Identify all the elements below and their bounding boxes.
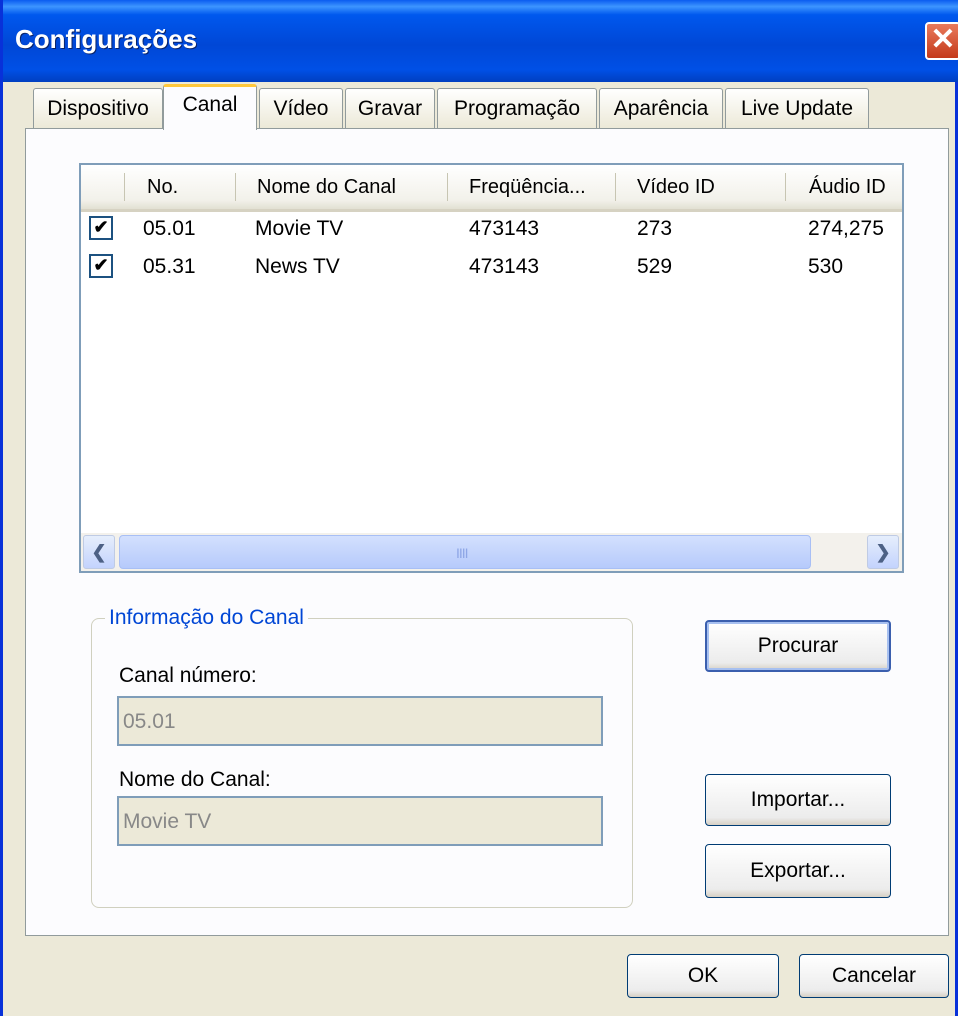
header-separator [447,173,448,201]
row-checkbox[interactable]: ✔ [89,216,113,240]
cell-audio-id: 274,275 [808,217,884,240]
header-separator [124,173,125,201]
chevron-right-icon: ❯ [875,542,891,562]
cell-no: 05.01 [143,217,196,240]
channel-name-field[interactable]: Movie TV [117,796,603,846]
window-title: Configurações [15,24,198,54]
row-checkbox[interactable]: ✔ [89,254,113,278]
channel-list-header: No. Nome do Canal Freqüência... Vídeo ID… [81,165,902,212]
tab-video[interactable]: Vídeo [259,88,343,128]
scroll-right-button[interactable]: ❯ [867,535,899,569]
close-button[interactable]: ✕ [925,22,958,60]
checkmark-icon: ✔ [93,217,109,237]
close-icon: ✕ [930,23,956,56]
search-button[interactable]: Procurar [705,620,891,672]
chevron-left-icon: ❮ [91,542,107,562]
cell-video-id: 529 [637,255,673,278]
thumb-grip-icon: IIII [456,545,469,561]
cell-name: News TV [255,255,340,278]
import-button[interactable]: Importar... [705,774,891,826]
column-header-frequency[interactable]: Freqüência... [469,176,586,199]
horizontal-scrollbar[interactable]: ❮ IIII ❯ [81,533,902,571]
checkmark-icon: ✔ [93,255,109,275]
column-header-no[interactable]: No. [147,176,178,199]
tab-gravar[interactable]: Gravar [345,88,435,128]
channel-list[interactable]: No. Nome do Canal Freqüência... Vídeo ID… [79,163,904,573]
cell-no: 05.31 [143,255,196,278]
channel-info-group-title: Informação do Canal [105,606,308,630]
cancel-button[interactable]: Cancelar [799,954,949,998]
cell-name: Movie TV [255,217,344,240]
channel-name-value: Movie TV [123,810,212,833]
table-row[interactable]: ✔ 05.01 Movie TV 473143 273 274,275 [81,213,902,249]
tab-live-update[interactable]: Live Update [725,88,869,128]
channel-number-label: Canal número: [119,664,257,687]
cell-frequency: 473143 [469,217,540,240]
cell-video-id: 273 [637,217,673,240]
ok-button[interactable]: OK [627,954,779,998]
column-header-audio-id[interactable]: Áudio ID [809,176,886,199]
settings-dialog: Configurações ✕ Dispositivo Canal Vídeo … [0,0,958,1016]
column-header-video-id[interactable]: Vídeo ID [637,176,715,199]
header-separator [615,173,616,201]
channel-name-label: Nome do Canal: [119,768,271,791]
cell-audio-id: 530 [808,255,844,278]
scroll-left-button[interactable]: ❮ [83,535,115,569]
scrollbar-thumb[interactable]: IIII [119,535,811,569]
table-row[interactable]: ✔ 05.31 News TV 473143 529 530 [81,251,902,287]
tab-programacao[interactable]: Programação [437,88,597,128]
tab-aparencia[interactable]: Aparência [599,88,723,128]
channel-info-group [91,618,633,908]
title-bar[interactable]: Configurações ✕ [3,0,958,82]
cell-frequency: 473143 [469,255,540,278]
channel-number-value: 05.01 [123,710,176,733]
column-header-name[interactable]: Nome do Canal [257,176,396,199]
tab-dispositivo[interactable]: Dispositivo [33,88,163,128]
header-separator [235,173,236,201]
export-button[interactable]: Exportar... [705,844,891,898]
tab-canal[interactable]: Canal [163,84,257,130]
header-separator [785,173,786,201]
channel-number-field[interactable]: 05.01 [117,696,603,746]
